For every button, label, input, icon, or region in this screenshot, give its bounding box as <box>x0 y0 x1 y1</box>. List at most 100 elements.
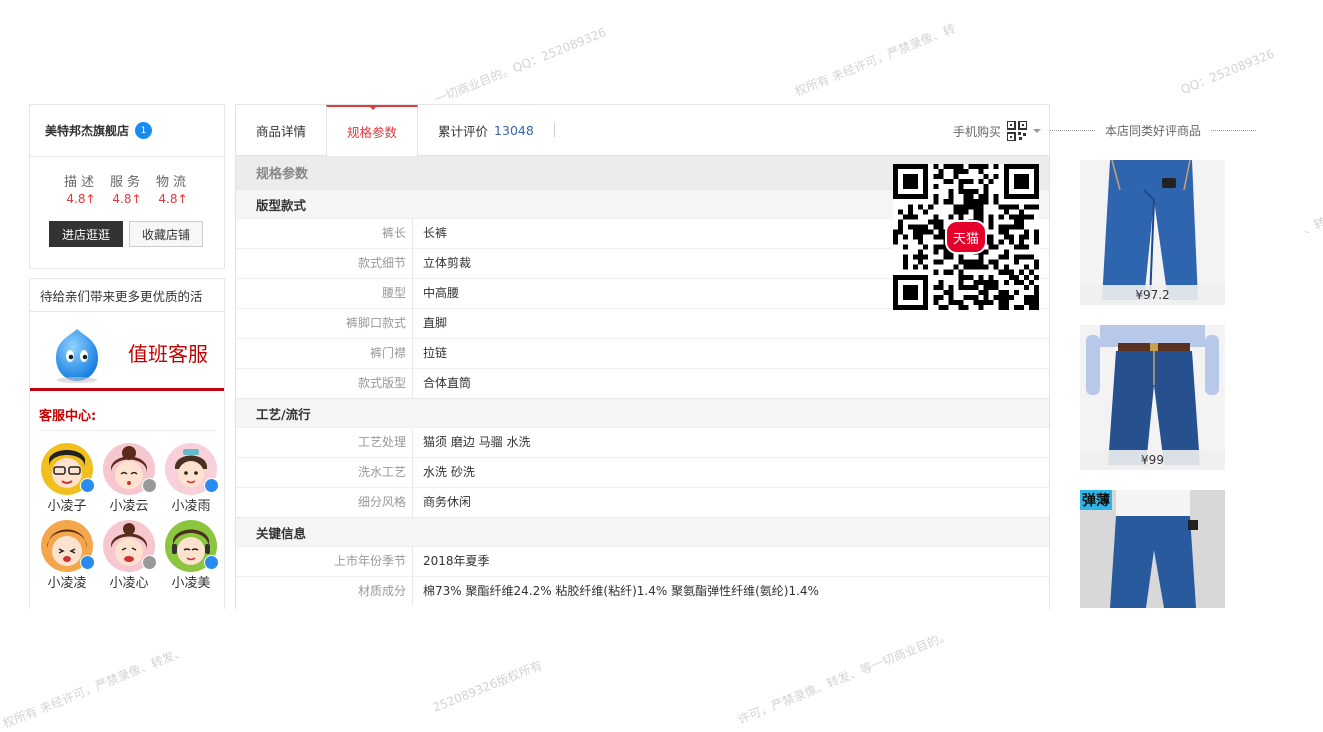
shop-name[interactable]: 美特邦杰旗舰店 <box>45 122 129 139</box>
recommend-item[interactable]: ¥99 <box>1080 325 1225 470</box>
spec-group-2: 工艺/流行 工艺处理 猫须 磨边 马骝 水洗 洗水工艺 水洗 砂洗 细分风格 商务休闲 <box>236 398 1049 517</box>
spec-row: 工艺处理 猫须 磨边 马骝 水洗 <box>236 427 1049 457</box>
spec-key: 上市年份季节 <box>236 547 413 576</box>
tab-reviews-label: 累计评价 <box>438 123 489 139</box>
offline-badge-icon <box>142 555 157 570</box>
product-image-jeans <box>1080 160 1225 305</box>
spec-group-3: 关键信息 上市年份季节 2018年夏季 材质成分 棉73% 聚酯纤维24.2% 粘胶… <box>236 517 1049 606</box>
rating-value: 4.8↑ <box>66 192 96 206</box>
watermark-text: 权所有 未经许可，严禁录像、转 <box>792 21 958 99</box>
favorite-shop-button[interactable]: 收藏店铺 <box>129 221 203 247</box>
agent-name: 小凌美 <box>171 576 211 591</box>
tab-detail[interactable]: 商品详情 <box>236 105 326 155</box>
spec-group-title: 工艺/流行 <box>236 398 1049 427</box>
spec-value: 长裤 <box>423 226 448 240</box>
rating-label: 服务 <box>109 175 144 190</box>
enter-shop-button[interactable]: 进店逛逛 <box>49 221 123 247</box>
avatar <box>41 443 95 495</box>
spec-value: 拉链 <box>423 346 448 360</box>
agent-grid: 小凌子 小凌云 小凌雨 小凌凌 小凌心 小凌美 <box>36 443 224 591</box>
spec-row: 裤门襟 拉链 <box>236 338 1049 368</box>
wangwang-mascot-icon <box>56 329 98 383</box>
spec-value: 2018年夏季 <box>423 554 490 568</box>
spec-key: 细分风格 <box>236 488 413 517</box>
spec-value: 棉73% 聚酯纤维24.2% 粘胶纤维(粘纤)1.4% 聚氨酯弹性纤维(氨纶)1… <box>423 584 819 598</box>
agent-item[interactable]: 小凌云 <box>98 443 160 514</box>
qr-code-icon <box>1007 121 1027 141</box>
watermark-text: 一切商业目的。QQ：252089326 <box>432 25 609 107</box>
avatar <box>165 443 219 495</box>
recommend-title: 本店同类好评商品 <box>1050 122 1257 139</box>
recommend-title-text: 本店同类好评商品 <box>1105 124 1202 138</box>
arrow-up-icon: ↑ <box>131 192 142 206</box>
service-center-label: 客服中心: <box>39 405 215 431</box>
agent-item[interactable]: 小凌美 <box>160 520 222 591</box>
spec-value: 立体剪裁 <box>423 256 472 270</box>
wangwang-icon[interactable]: 1 <box>135 122 153 139</box>
spec-row: 款式版型 合体直筒 <box>236 368 1049 398</box>
divider <box>1211 130 1257 131</box>
spec-row: 裤脚口款式 直脚 <box>236 308 1049 338</box>
service-notice: 待给亲们带来更多更优质的活 <box>30 279 224 312</box>
online-badge-icon <box>80 478 95 493</box>
review-count: 13048 <box>494 122 534 138</box>
spec-group-title: 关键信息 <box>236 517 1049 546</box>
product-image-jeans <box>1080 325 1225 470</box>
recommend-item[interactable]: 弹薄 <box>1080 490 1225 608</box>
online-badge-icon <box>204 478 219 493</box>
avatar <box>103 443 157 495</box>
tab-specs[interactable]: 规格参数 <box>326 105 419 156</box>
rating-value: 4.8↑ <box>158 192 188 206</box>
rating-value: 4.8↑ <box>112 192 142 206</box>
avatar <box>41 520 95 572</box>
spec-key: 款式版型 <box>236 369 413 398</box>
divider <box>1050 130 1095 131</box>
service-title: 值班客服 <box>128 342 208 366</box>
agent-name: 小凌凌 <box>47 576 87 591</box>
agent-name: 小凌云 <box>109 499 149 514</box>
mobile-buy[interactable]: 手机购买 <box>953 121 1041 141</box>
watermark-text: 权所有 未经许可，严禁录像、转发、 <box>0 644 188 731</box>
spec-key: 洗水工艺 <box>236 458 413 487</box>
agent-item[interactable]: 小凌凌 <box>36 520 98 591</box>
product-price: ¥97.2 <box>1080 285 1225 305</box>
watermark-text: 、转发、 <box>1300 205 1323 237</box>
mobile-buy-label: 手机购买 <box>952 124 1001 139</box>
mobile-qr-popup[interactable]: 天猫 <box>893 164 1039 310</box>
arrow-up-icon: ↑ <box>177 192 188 206</box>
shop-actions: 进店逛逛 收藏店铺 <box>30 221 224 247</box>
agent-item[interactable]: 小凌雨 <box>160 443 222 514</box>
agent-item[interactable]: 小凌子 <box>36 443 98 514</box>
tab-divider <box>553 123 555 137</box>
rating-label: 描述 <box>63 175 98 190</box>
rating-description: 描述 4.8↑ <box>64 171 98 206</box>
spec-key: 材质成分 <box>236 577 413 606</box>
promo-tag: 弹薄 <box>1080 490 1112 510</box>
service-banner[interactable]: 值班客服 <box>30 312 224 391</box>
watermark-text: QQ：252089326 <box>1178 46 1277 97</box>
tmall-logo: 天猫 <box>945 220 987 254</box>
spec-key: 腰型 <box>236 279 413 308</box>
spec-row: 材质成分 棉73% 聚酯纤维24.2% 粘胶纤维(粘纤)1.4% 聚氨酯弹性纤维(… <box>236 576 1049 606</box>
online-badge-icon <box>204 555 219 570</box>
watermark-text: 252089326版权所有 <box>430 658 545 715</box>
spec-value: 猫须 磨边 马骝 水洗 <box>423 435 531 449</box>
spec-row: 洗水工艺 水洗 砂洗 <box>236 457 1049 487</box>
badge-count: 1 <box>140 125 147 136</box>
spec-row: 上市年份季节 2018年夏季 <box>236 546 1049 576</box>
spec-value: 水洗 砂洗 <box>423 465 475 479</box>
avatar <box>103 520 157 572</box>
watermark-text: 许可，严禁录像、转发、等一切商业目的。 <box>735 628 953 727</box>
spec-key: 裤长 <box>236 219 413 248</box>
spec-value: 商务休闲 <box>423 495 472 509</box>
agent-name: 小凌子 <box>47 499 87 514</box>
agent-item[interactable]: 小凌心 <box>98 520 160 591</box>
rating-service: 服务 4.8↑ <box>110 171 144 206</box>
recommend-item[interactable]: ¥97.2 <box>1080 160 1225 305</box>
spec-key: 款式细节 <box>236 249 413 278</box>
spec-value: 直脚 <box>423 316 448 330</box>
shop-header: 美特邦杰旗舰店 1 <box>30 105 224 157</box>
tab-reviews[interactable]: 累计评价 13048 <box>418 105 554 155</box>
chevron-down-icon <box>1033 129 1041 137</box>
detail-tabs: 商品详情 规格参数 累计评价 13048 手机购买 <box>236 105 1049 156</box>
